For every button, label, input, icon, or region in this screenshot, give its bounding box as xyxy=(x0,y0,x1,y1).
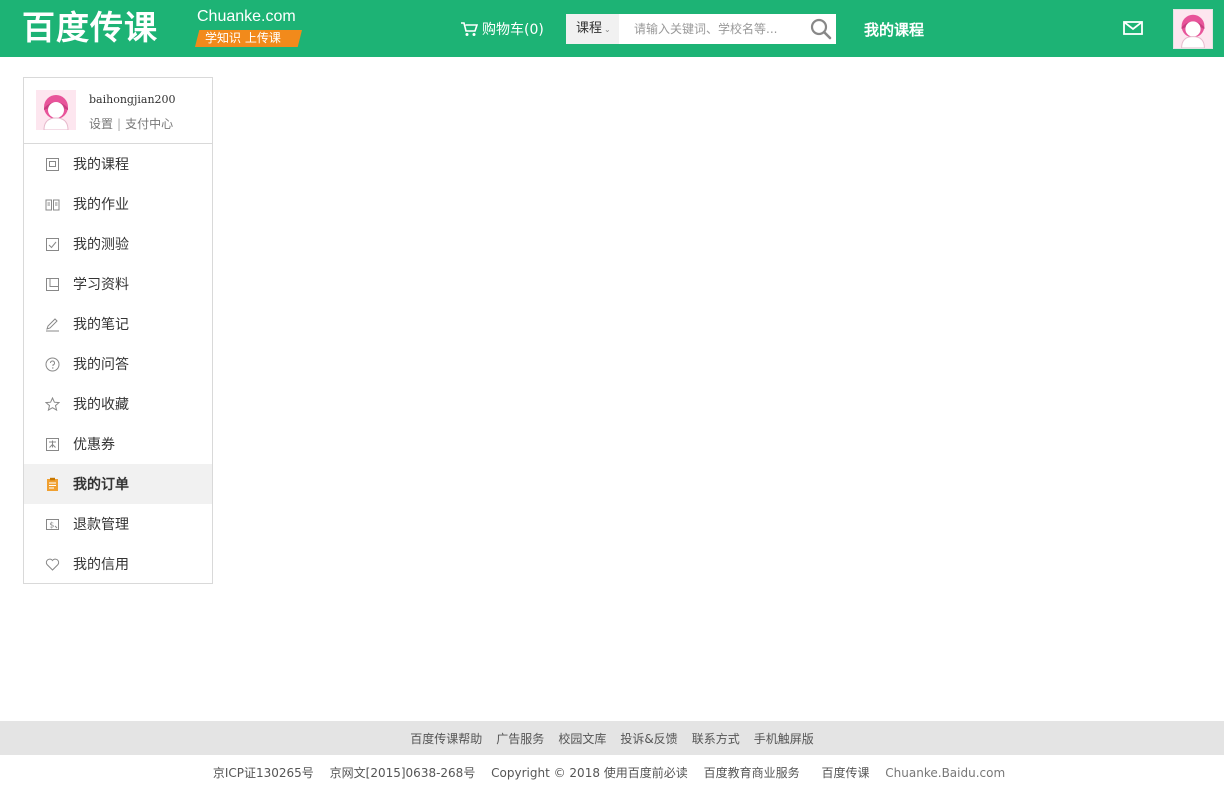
logo-text[interactable]: 百度传课 xyxy=(22,8,158,48)
footer-info: 京ICP证130265号 京网文[2015]0638-268号 Copyrigh… xyxy=(0,764,1224,781)
footer-links: 百度传课帮助 广告服务 校园文库 投诉&反馈 联系方式 手机触屏版 xyxy=(0,721,1224,755)
sidebar-item-label: 我的问答 xyxy=(73,357,129,373)
sidebar-item-label: 我的测验 xyxy=(73,237,129,253)
sidebar-item-label: 我的作业 xyxy=(73,197,129,213)
sidebar-item-homework[interactable]: 我的作业 xyxy=(24,184,212,224)
footer-link-contact[interactable]: 联系方式 xyxy=(692,730,740,747)
coupon-icon xyxy=(44,436,60,452)
search-icon[interactable] xyxy=(810,18,832,40)
sidebar-item-my-courses[interactable]: 我的课程 xyxy=(24,144,212,184)
sidebar-menu: 我的课程 我的作业 我的测验 学习资料 我的笔记 我的问答 我的收藏 优惠券 我… xyxy=(24,144,212,584)
settings-link[interactable]: 设置 xyxy=(89,117,113,131)
avatar[interactable] xyxy=(1173,9,1213,49)
search-input[interactable] xyxy=(626,14,806,44)
copyright[interactable]: Copyright © 2018 使用百度前必读 xyxy=(491,766,688,780)
refund-icon: $ xyxy=(44,516,60,532)
sidebar-item-orders[interactable]: 我的订单 xyxy=(24,464,212,504)
course-icon xyxy=(44,156,60,172)
sidebar-item-materials[interactable]: 学习资料 xyxy=(24,264,212,304)
footer-link-feedback[interactable]: 投诉&反馈 xyxy=(620,730,677,747)
footer-domain: Chuanke.Baidu.com xyxy=(885,766,1006,780)
footer-link-help[interactable]: 百度传课帮助 xyxy=(410,730,482,747)
link-separator: | xyxy=(117,117,122,131)
question-icon xyxy=(44,356,60,372)
sidebar-item-notes[interactable]: 我的笔记 xyxy=(24,304,212,344)
top-header: 百度传课 Chuanke.com 学知识 上传课 购物车(0) 课程⌄ 我的课程 xyxy=(0,0,1224,57)
biz-service-link[interactable]: 百度教育商业服务 xyxy=(704,766,800,780)
sidebar-item-credit[interactable]: 我的信用 xyxy=(24,544,212,584)
sidebar-item-label: 我的收藏 xyxy=(73,397,129,413)
cart-label: 购物车(0) xyxy=(482,22,544,38)
footer-link-library[interactable]: 校园文库 xyxy=(558,730,606,747)
footer-brand: 百度传课 Chuanke.Baidu.com xyxy=(815,766,1011,780)
sidebar-item-label: 退款管理 xyxy=(73,517,129,533)
user-info: baihongjian200 设置 | 支付中心 xyxy=(24,78,212,144)
user-sidebar: baihongjian200 设置 | 支付中心 我的课程 我的作业 我的测验 学习… xyxy=(23,77,213,584)
avatar[interactable] xyxy=(36,90,76,130)
sidebar-item-label: 我的信用 xyxy=(73,557,129,573)
net-culture-license[interactable]: 京网文[2015]0638-268号 xyxy=(330,766,476,780)
mail-icon[interactable] xyxy=(1123,21,1143,35)
sidebar-item-coupons[interactable]: 优惠券 xyxy=(24,424,212,464)
sidebar-item-label: 我的笔记 xyxy=(73,317,129,333)
sidebar-item-quiz[interactable]: 我的测验 xyxy=(24,224,212,264)
search-bar: 课程 ⌄ xyxy=(566,14,836,44)
cart-link[interactable]: 购物车(0) xyxy=(461,19,544,39)
sidebar-item-label: 优惠券 xyxy=(73,437,115,453)
pen-icon xyxy=(44,316,60,332)
sidebar-item-label: 我的订单 xyxy=(73,477,129,493)
heart-icon xyxy=(44,556,60,572)
search-category-label: 课程 xyxy=(576,21,603,36)
quiz-icon xyxy=(44,236,60,252)
svg-text:$: $ xyxy=(49,520,54,529)
logo-domain[interactable]: Chuanke.com xyxy=(197,8,296,26)
footer-brand-name: 百度传课 xyxy=(821,766,870,780)
star-icon xyxy=(44,396,60,412)
sidebar-item-refunds[interactable]: $ 退款管理 xyxy=(24,504,212,544)
username: baihongjian200 xyxy=(89,93,176,106)
my-course-link[interactable]: 我的课程 xyxy=(864,19,924,40)
material-icon xyxy=(44,276,60,292)
sidebar-item-label: 学习资料 xyxy=(73,277,129,293)
footer-link-ads[interactable]: 广告服务 xyxy=(496,730,544,747)
sidebar-item-label: 我的课程 xyxy=(73,157,129,173)
chevron-down-icon: ⌄ xyxy=(604,25,611,34)
logo-slogan: 学知识 上传课 xyxy=(195,30,302,47)
homework-book-icon xyxy=(44,196,60,212)
order-icon xyxy=(44,476,60,492)
footer-link-mobile[interactable]: 手机触屏版 xyxy=(754,730,814,747)
user-links: 设置 | 支付中心 xyxy=(89,115,173,132)
cart-icon xyxy=(461,21,478,36)
sidebar-item-favorites[interactable]: 我的收藏 xyxy=(24,384,212,424)
search-category-select[interactable]: 课程 ⌄ xyxy=(566,14,619,44)
pay-center-link[interactable]: 支付中心 xyxy=(125,117,173,131)
sidebar-item-qa[interactable]: 我的问答 xyxy=(24,344,212,384)
icp-license[interactable]: 京ICP证130265号 xyxy=(213,766,314,780)
